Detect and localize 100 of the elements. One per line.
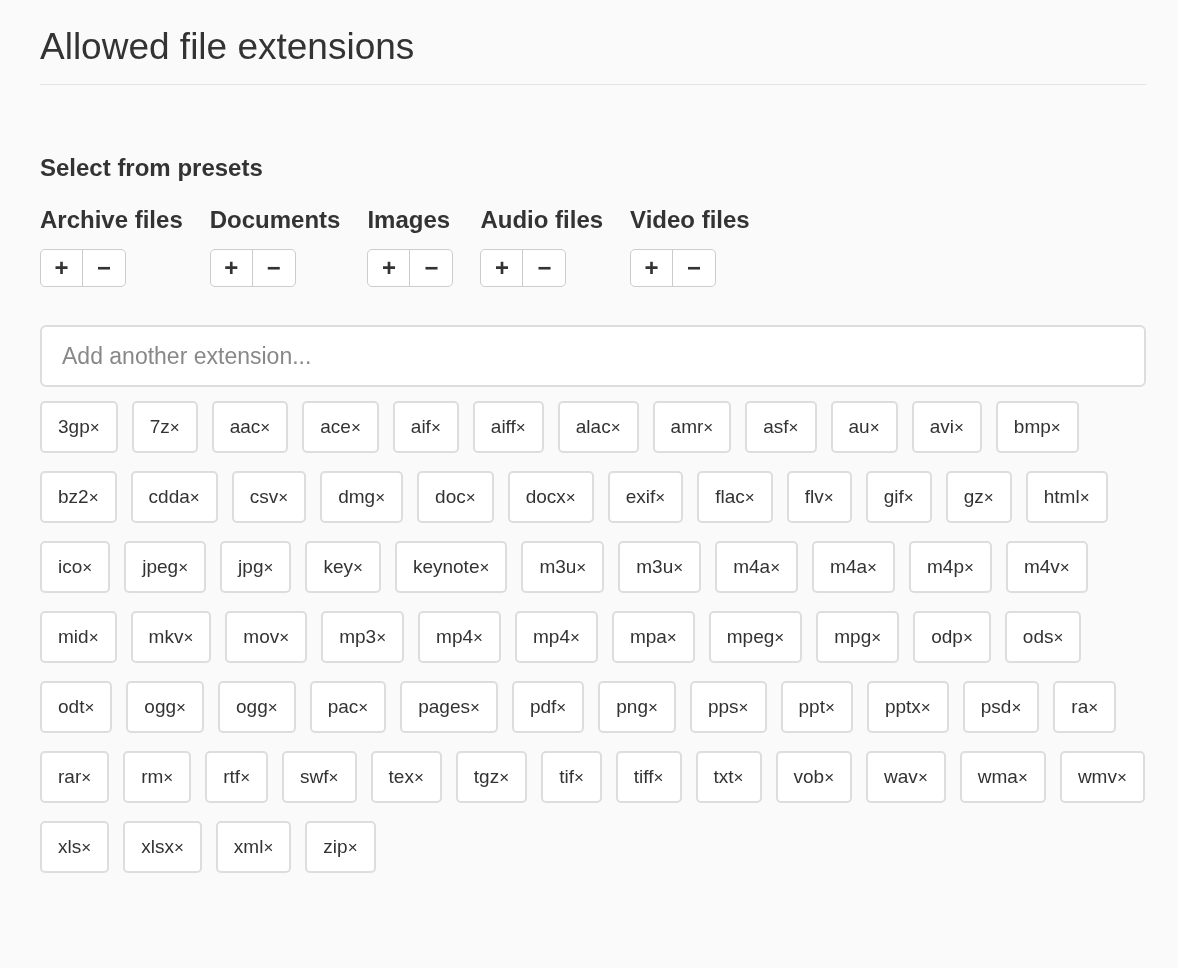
remove-preset-button[interactable]: − [523,250,566,286]
remove-tag-button[interactable]: × [465,488,476,506]
extension-label: dmg [338,484,376,509]
remove-tag-button[interactable]: × [867,558,877,576]
remove-tag-button[interactable]: × [470,698,480,716]
remove-tag-button[interactable]: × [648,698,658,716]
extension-label: swf [300,764,329,789]
remove-tag-button[interactable]: × [573,768,584,786]
remove-tag-button[interactable]: × [81,838,92,856]
remove-tag-button[interactable]: × [263,558,274,576]
remove-tag-button[interactable]: × [920,698,931,716]
add-preset-button[interactable]: + [481,250,524,286]
remove-tag-button[interactable]: × [733,768,744,786]
remove-preset-button[interactable]: − [410,250,453,286]
remove-tag-button[interactable]: × [81,768,92,786]
remove-tag-button[interactable]: × [1053,628,1064,646]
remove-tag-button[interactable]: × [1017,768,1028,786]
extension-label: mov [243,624,280,649]
remove-tag-button[interactable]: × [744,488,755,506]
add-preset-button[interactable]: + [41,250,83,286]
remove-tag-button[interactable]: × [983,488,994,506]
extension-label: png [616,694,648,719]
remove-tag-button[interactable]: × [279,628,290,646]
remove-tag-button[interactable]: × [358,698,369,716]
extension-label: pptx [884,694,921,719]
remove-tag-button[interactable]: × [871,628,882,646]
remove-tag-button[interactable]: × [413,768,424,786]
extension-label: odt [58,694,85,719]
preset-label: Images [367,205,451,235]
remove-tag-button[interactable]: × [479,558,490,576]
remove-tag-button[interactable]: × [88,628,99,646]
remove-preset-button[interactable]: − [673,250,716,286]
remove-tag-button[interactable]: × [260,418,271,436]
remove-tag-button[interactable]: × [82,558,93,576]
remove-preset-button[interactable]: − [252,250,295,286]
remove-tag-button[interactable]: × [903,488,914,506]
remove-tag-button[interactable]: × [173,838,184,856]
remove-tag-button[interactable]: × [1059,558,1070,576]
remove-tag-button[interactable]: × [375,488,386,506]
remove-tag-button[interactable]: × [610,418,621,436]
remove-tag-button[interactable]: × [163,768,174,786]
remove-tag-button[interactable]: × [824,698,835,716]
remove-tag-button[interactable]: × [653,768,664,786]
remove-tag-button[interactable]: × [240,768,251,786]
extension-label: avi [929,414,954,439]
remove-tag-button[interactable]: × [278,488,289,506]
extension-label: asf [763,414,789,439]
extension-label: tex [388,764,414,789]
remove-tag-button[interactable]: × [1116,768,1127,786]
remove-tag-button[interactable]: × [430,418,441,436]
remove-tag-button[interactable]: × [869,418,880,436]
remove-tag-button[interactable]: × [738,698,749,716]
remove-tag-button[interactable]: × [1011,698,1022,716]
remove-tag-button[interactable]: × [917,768,928,786]
remove-tag-button[interactable]: × [88,488,99,506]
extension-label: m4a [830,554,868,579]
remove-tag-button[interactable]: × [84,698,95,716]
remove-tag-button[interactable]: × [770,558,781,576]
remove-tag-button[interactable]: × [376,628,387,646]
add-preset-button[interactable]: + [368,250,411,286]
remove-tag-button[interactable]: × [189,488,200,506]
remove-tag-button[interactable]: × [576,558,587,576]
remove-tag-button[interactable]: × [328,768,339,786]
remove-tag-button[interactable]: × [788,418,799,436]
extension-label: gif [883,484,904,509]
remove-tag-button[interactable]: × [515,418,526,436]
remove-tag-button[interactable]: × [1050,418,1061,436]
remove-tag-button[interactable]: × [569,628,580,646]
remove-tag-button[interactable]: × [673,558,684,576]
remove-tag-button[interactable]: × [352,558,363,576]
remove-tag-button[interactable]: × [655,488,666,506]
remove-tag-button[interactable]: × [263,838,274,856]
extension-input-field[interactable]: Add another extension... [40,325,1146,387]
preset-label: Archive files [40,205,183,235]
remove-tag-button[interactable]: × [964,558,974,576]
remove-tag-button[interactable]: × [1079,488,1090,506]
remove-tag-button[interactable]: × [473,628,483,646]
remove-tag-button[interactable]: × [183,628,194,646]
extension-label: mpeg [726,624,775,649]
remove-tag-button[interactable]: × [666,628,677,646]
remove-tag-button[interactable]: × [169,418,180,436]
remove-tag-button[interactable]: × [176,698,186,716]
remove-tag-button[interactable]: × [565,488,576,506]
remove-tag-button[interactable]: × [178,558,189,576]
add-preset-button[interactable]: + [631,250,674,286]
remove-tag-button[interactable]: × [823,488,834,506]
remove-tag-button[interactable]: × [962,628,973,646]
remove-tag-button[interactable]: × [267,698,278,716]
remove-preset-button[interactable]: − [83,250,125,286]
remove-tag-button[interactable]: × [953,418,964,436]
remove-tag-button[interactable]: × [774,628,785,646]
remove-tag-button[interactable]: × [1088,698,1099,716]
remove-tag-button[interactable]: × [703,418,714,436]
remove-tag-button[interactable]: × [556,698,567,716]
remove-tag-button[interactable]: × [89,418,100,436]
remove-tag-button[interactable]: × [350,418,361,436]
add-preset-button[interactable]: + [210,250,253,286]
remove-tag-button[interactable]: × [499,768,510,786]
remove-tag-button[interactable]: × [824,768,835,786]
remove-tag-button[interactable]: × [347,838,358,856]
